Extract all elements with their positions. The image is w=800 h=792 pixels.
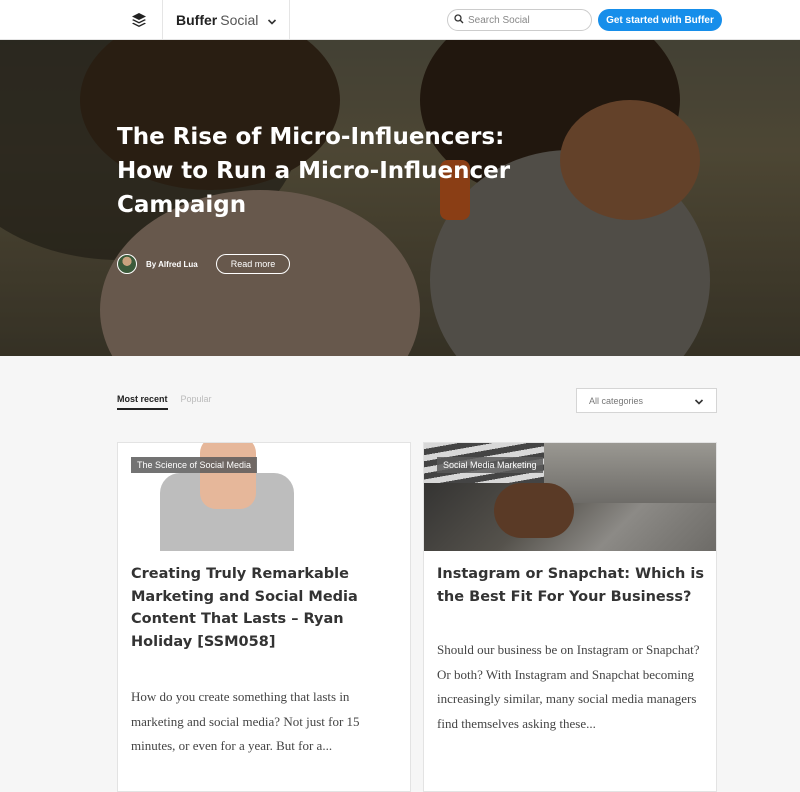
author-avatar <box>117 254 137 274</box>
search-input[interactable] <box>468 14 578 26</box>
chevron-down-icon <box>694 397 704 409</box>
category-select[interactable]: All categories <box>576 388 717 413</box>
category-tag[interactable]: The Science of Social Media <box>131 457 258 473</box>
chevron-down-icon <box>267 14 277 32</box>
brand-suffix: Social <box>220 12 259 28</box>
post-card-excerpt: How do you create something that lasts i… <box>131 689 360 753</box>
tab-most-recent[interactable]: Most recent <box>117 394 168 410</box>
search-icon <box>454 11 464 29</box>
blog-selector[interactable]: Buffer Social <box>163 0 290 40</box>
image-arm <box>494 483 574 538</box>
post-card-image[interactable]: Social Media Marketing <box>424 443 716 551</box>
post-card-title[interactable]: Creating Truly Remarkable Marketing and … <box>131 563 401 653</box>
post-filter-tabs: Most recent Popular <box>117 394 212 410</box>
post-card-title[interactable]: Instagram or Snapchat: Which is the Best… <box>437 563 707 608</box>
category-select-value: All categories <box>589 395 644 406</box>
post-card-image[interactable]: The Science of Social Media <box>118 443 410 551</box>
featured-post-hero[interactable]: The Rise of Micro-Influencers: How to Ru… <box>0 40 800 356</box>
author-name: By Alfred Lua <box>146 259 198 269</box>
hero-author: By Alfred Lua <box>117 254 198 274</box>
image-figure-hands <box>200 443 256 509</box>
top-navigation: Buffer Social Get started with Buffer <box>0 0 800 40</box>
get-started-button[interactable]: Get started with Buffer <box>598 9 722 31</box>
post-card[interactable]: Social Media Marketing Instagram or Snap… <box>423 442 717 792</box>
search-box[interactable] <box>447 9 592 31</box>
read-more-button[interactable]: Read more <box>216 254 290 274</box>
buffer-logo-icon[interactable] <box>115 0 163 40</box>
post-card[interactable]: The Science of Social Media Creating Tru… <box>117 442 411 792</box>
post-card-excerpt: Should our business be on Instagram or S… <box>437 642 700 731</box>
category-tag[interactable]: Social Media Marketing <box>437 457 543 473</box>
hero-title[interactable]: The Rise of Micro-Influencers: How to Ru… <box>117 120 537 222</box>
brand-name: Buffer <box>176 12 218 28</box>
tab-popular[interactable]: Popular <box>181 394 212 410</box>
